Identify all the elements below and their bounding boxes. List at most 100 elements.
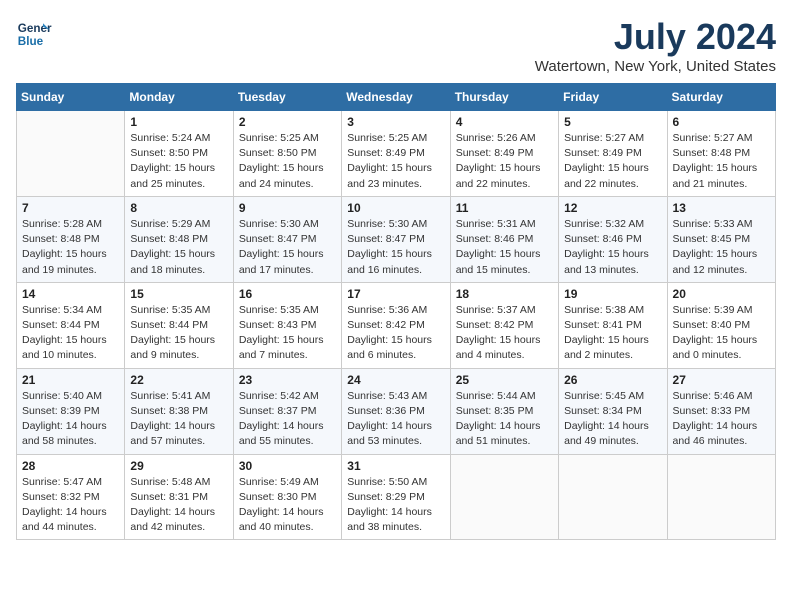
- day-info: Sunrise: 5:42 AMSunset: 8:37 PMDaylight:…: [239, 389, 336, 450]
- day-cell: [559, 454, 667, 540]
- day-cell: 31Sunrise: 5:50 AMSunset: 8:29 PMDayligh…: [342, 454, 450, 540]
- title-block: July 2024 Watertown, New York, United St…: [535, 16, 776, 75]
- day-number: 7: [22, 201, 119, 215]
- day-cell: 19 Sunrise: 5:38 AMSunset: 8:41 PMDayligh…: [559, 282, 667, 368]
- day-number: 19: [564, 287, 661, 301]
- day-info: Sunrise: 5:28 AMSunset: 8:48 PMDaylight:…: [22, 217, 119, 278]
- day-cell: 26 Sunrise: 5:45 AMSunset: 8:34 PMDayligh…: [559, 368, 667, 454]
- day-number: 2: [239, 115, 336, 129]
- week-row-1: 1 Sunrise: 5:24 AMSunset: 8:50 PMDaylight…: [17, 111, 776, 197]
- week-row-3: 14Sunrise: 5:34 AMSunset: 8:44 PMDayligh…: [17, 282, 776, 368]
- day-info: Sunrise: 5:30 AMSunset: 8:47 PMDaylight:…: [347, 217, 444, 278]
- day-number: 11: [456, 201, 553, 215]
- day-info: Sunrise: 5:33 AMSunset: 8:45 PMDaylight:…: [673, 217, 770, 278]
- day-info: Sunrise: 5:31 AMSunset: 8:46 PMDaylight:…: [456, 217, 553, 278]
- day-info: Sunrise: 5:40 AMSunset: 8:39 PMDaylight:…: [22, 389, 119, 450]
- day-cell: 22 Sunrise: 5:41 AMSunset: 8:38 PMDayligh…: [125, 368, 233, 454]
- day-info: Sunrise: 5:44 AMSunset: 8:35 PMDaylight:…: [456, 389, 553, 450]
- day-info: Sunrise: 5:39 AMSunset: 8:40 PMDaylight:…: [673, 303, 770, 364]
- day-cell: 15 Sunrise: 5:35 AMSunset: 8:44 PMDayligh…: [125, 282, 233, 368]
- day-cell: 3 Sunrise: 5:25 AMSunset: 8:49 PMDaylight…: [342, 111, 450, 197]
- day-info: Sunrise: 5:27 AMSunset: 8:49 PMDaylight:…: [564, 131, 661, 192]
- col-header-sunday: Sunday: [17, 84, 125, 111]
- day-number: 1: [130, 115, 227, 129]
- day-number: 12: [564, 201, 661, 215]
- day-cell: [450, 454, 558, 540]
- day-cell: [667, 454, 775, 540]
- main-title: July 2024: [535, 16, 776, 58]
- day-number: 18: [456, 287, 553, 301]
- day-number: 26: [564, 373, 661, 387]
- day-info: Sunrise: 5:47 AMSunset: 8:32 PMDaylight:…: [22, 475, 119, 536]
- day-number: 16: [239, 287, 336, 301]
- day-cell: 28Sunrise: 5:47 AMSunset: 8:32 PMDayligh…: [17, 454, 125, 540]
- day-cell: 10 Sunrise: 5:30 AMSunset: 8:47 PMDayligh…: [342, 196, 450, 282]
- day-number: 3: [347, 115, 444, 129]
- day-cell: 17 Sunrise: 5:36 AMSunset: 8:42 PMDayligh…: [342, 282, 450, 368]
- day-info: Sunrise: 5:24 AMSunset: 8:50 PMDaylight:…: [130, 131, 227, 192]
- day-number: 5: [564, 115, 661, 129]
- day-cell: 27Sunrise: 5:46 AMSunset: 8:33 PMDayligh…: [667, 368, 775, 454]
- day-number: 8: [130, 201, 227, 215]
- day-cell: 23 Sunrise: 5:42 AMSunset: 8:37 PMDayligh…: [233, 368, 341, 454]
- svg-text:Blue: Blue: [18, 35, 44, 48]
- day-info: Sunrise: 5:26 AMSunset: 8:49 PMDaylight:…: [456, 131, 553, 192]
- day-number: 29: [130, 459, 227, 473]
- day-cell: 16 Sunrise: 5:35 AMSunset: 8:43 PMDayligh…: [233, 282, 341, 368]
- subtitle: Watertown, New York, United States: [535, 58, 776, 75]
- day-info: Sunrise: 5:38 AMSunset: 8:41 PMDaylight:…: [564, 303, 661, 364]
- day-info: Sunrise: 5:37 AMSunset: 8:42 PMDaylight:…: [456, 303, 553, 364]
- day-cell: 13Sunrise: 5:33 AMSunset: 8:45 PMDayligh…: [667, 196, 775, 282]
- col-header-tuesday: Tuesday: [233, 84, 341, 111]
- day-info: Sunrise: 5:43 AMSunset: 8:36 PMDaylight:…: [347, 389, 444, 450]
- day-info: Sunrise: 5:41 AMSunset: 8:38 PMDaylight:…: [130, 389, 227, 450]
- day-cell: 14Sunrise: 5:34 AMSunset: 8:44 PMDayligh…: [17, 282, 125, 368]
- col-header-friday: Friday: [559, 84, 667, 111]
- day-number: 10: [347, 201, 444, 215]
- day-number: 15: [130, 287, 227, 301]
- day-cell: 20 Sunrise: 5:39 AMSunset: 8:40 PMDayligh…: [667, 282, 775, 368]
- day-number: 30: [239, 459, 336, 473]
- day-number: 31: [347, 459, 444, 473]
- day-cell: 30 Sunrise: 5:49 AMSunset: 8:30 PMDayligh…: [233, 454, 341, 540]
- day-cell: 6Sunrise: 5:27 AMSunset: 8:48 PMDaylight…: [667, 111, 775, 197]
- day-cell: 21 Sunrise: 5:40 AMSunset: 8:39 PMDayligh…: [17, 368, 125, 454]
- day-number: 14: [22, 287, 119, 301]
- day-cell: [17, 111, 125, 197]
- day-info: Sunrise: 5:29 AMSunset: 8:48 PMDaylight:…: [130, 217, 227, 278]
- day-info: Sunrise: 5:49 AMSunset: 8:30 PMDaylight:…: [239, 475, 336, 536]
- day-number: 4: [456, 115, 553, 129]
- day-cell: 18 Sunrise: 5:37 AMSunset: 8:42 PMDayligh…: [450, 282, 558, 368]
- header: General Blue July 2024 Watertown, New Yo…: [16, 16, 776, 75]
- week-row-5: 28Sunrise: 5:47 AMSunset: 8:32 PMDayligh…: [17, 454, 776, 540]
- day-cell: 25 Sunrise: 5:44 AMSunset: 8:35 PMDayligh…: [450, 368, 558, 454]
- day-info: Sunrise: 5:35 AMSunset: 8:43 PMDaylight:…: [239, 303, 336, 364]
- day-info: Sunrise: 5:25 AMSunset: 8:49 PMDaylight:…: [347, 131, 444, 192]
- day-cell: 4 Sunrise: 5:26 AMSunset: 8:49 PMDaylight…: [450, 111, 558, 197]
- day-number: 20: [673, 287, 770, 301]
- calendar-table: SundayMondayTuesdayWednesdayThursdayFrid…: [16, 83, 776, 540]
- day-info: Sunrise: 5:45 AMSunset: 8:34 PMDaylight:…: [564, 389, 661, 450]
- day-number: 17: [347, 287, 444, 301]
- day-cell: 9Sunrise: 5:30 AMSunset: 8:47 PMDaylight…: [233, 196, 341, 282]
- day-info: Sunrise: 5:35 AMSunset: 8:44 PMDaylight:…: [130, 303, 227, 364]
- day-info: Sunrise: 5:30 AMSunset: 8:47 PMDaylight:…: [239, 217, 336, 278]
- day-cell: 2Sunrise: 5:25 AMSunset: 8:50 PMDaylight…: [233, 111, 341, 197]
- col-header-monday: Monday: [125, 84, 233, 111]
- day-info: Sunrise: 5:32 AMSunset: 8:46 PMDaylight:…: [564, 217, 661, 278]
- day-number: 27: [673, 373, 770, 387]
- day-number: 23: [239, 373, 336, 387]
- day-cell: 29 Sunrise: 5:48 AMSunset: 8:31 PMDayligh…: [125, 454, 233, 540]
- col-header-wednesday: Wednesday: [342, 84, 450, 111]
- logo: General Blue: [16, 16, 52, 52]
- day-cell: 5 Sunrise: 5:27 AMSunset: 8:49 PMDaylight…: [559, 111, 667, 197]
- logo-icon: General Blue: [16, 16, 52, 52]
- day-number: 25: [456, 373, 553, 387]
- day-cell: 1 Sunrise: 5:24 AMSunset: 8:50 PMDaylight…: [125, 111, 233, 197]
- day-info: Sunrise: 5:48 AMSunset: 8:31 PMDaylight:…: [130, 475, 227, 536]
- week-row-4: 21 Sunrise: 5:40 AMSunset: 8:39 PMDayligh…: [17, 368, 776, 454]
- col-header-saturday: Saturday: [667, 84, 775, 111]
- day-number: 21: [22, 373, 119, 387]
- day-number: 22: [130, 373, 227, 387]
- day-info: Sunrise: 5:36 AMSunset: 8:42 PMDaylight:…: [347, 303, 444, 364]
